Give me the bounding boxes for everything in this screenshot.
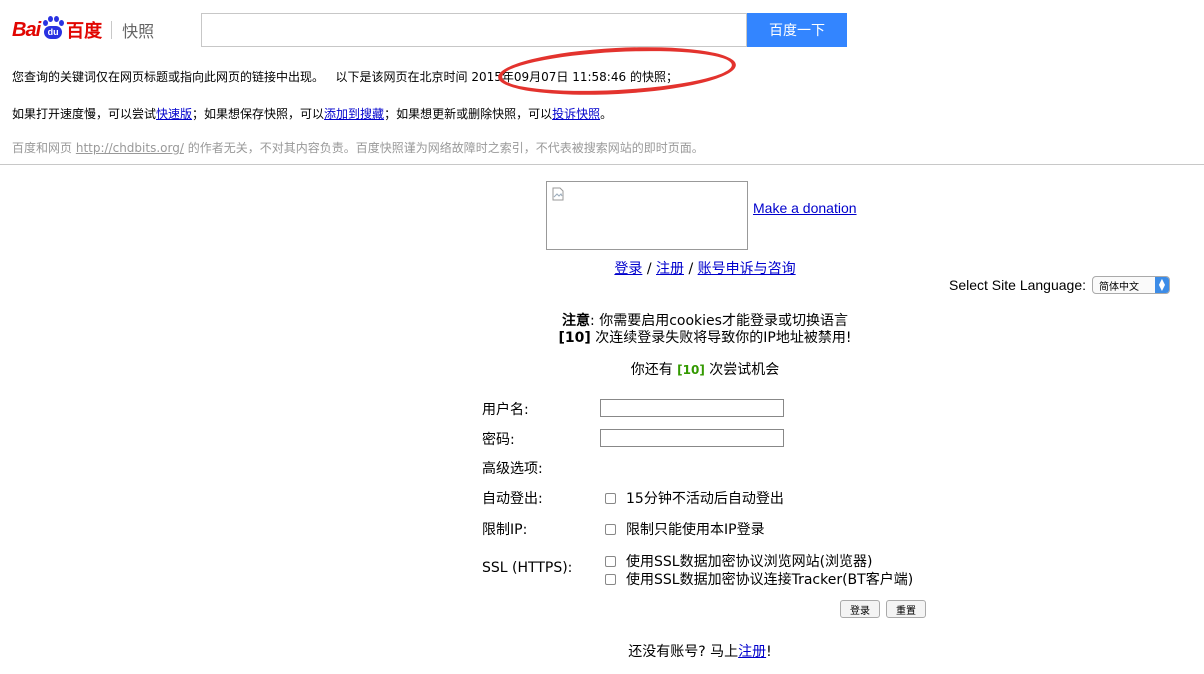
username-label: 用户名: — [482, 402, 529, 418]
ssl-browser-checkbox[interactable] — [605, 555, 616, 567]
broken-image-icon — [552, 187, 564, 201]
options-text-3: ；如果想更新或删除快照，可以 — [384, 107, 553, 121]
restrict-ip-label: 限制IP: — [482, 522, 528, 538]
ssl-browser-option: 使用SSL数据加密协议浏览网站(浏览器) — [605, 551, 873, 571]
snapshot-options-line: 如果打开速度慢，可以尝试快速版；如果想保存快照，可以添加到搜藏；如果想更新或删除… — [12, 105, 612, 122]
logo-baidu-text: 百度 — [66, 21, 103, 42]
attempts-remaining: 你还有 [10] 次尝试机会 — [0, 359, 1204, 379]
account-nav: 登录 / 注册 / 账号申诉与咨询 — [0, 258, 1204, 278]
snapshot-disclaimer: 百度和网页 http://chdbits.org/ 的作者无关，不对其内容负责。… — [12, 139, 704, 156]
advanced-options-label: 高级选项: — [482, 461, 543, 477]
report-snapshot-link[interactable]: 投诉快照 — [552, 107, 600, 121]
restrict-ip-checkbox[interactable] — [605, 523, 616, 535]
signup-suffix: ! — [766, 644, 772, 660]
appeal-link[interactable]: 账号申诉与咨询 — [698, 261, 796, 277]
logo-du-text: du — [44, 26, 63, 39]
ssl-browser-text: 使用SSL数据加密协议浏览网站(浏览器) — [626, 554, 873, 570]
auto-logout-checkbox[interactable] — [605, 492, 616, 504]
login-link[interactable]: 登录 — [614, 261, 642, 277]
password-label: 密码: — [482, 432, 515, 448]
paw-icon: du — [41, 16, 65, 40]
snapshot-notice: 您查询的关键词仅在网页标题或指向此网页的链接中出现。 — [12, 70, 325, 84]
options-text-2: ；如果想保存快照，可以 — [192, 107, 325, 121]
ssl-tracker-option: 使用SSL数据加密协议连接Tracker(BT客户端) — [605, 569, 913, 589]
options-text-4: 。 — [600, 107, 613, 121]
logo-bai-text: Bai — [12, 18, 41, 41]
header-divider — [0, 164, 1204, 165]
username-input[interactable] — [600, 399, 784, 417]
signup-prompt: 还没有账号? 马上注册! — [0, 641, 1204, 661]
fast-version-link[interactable]: 快速版 — [156, 107, 192, 121]
ban-warning: [10] 次连续登录失败将导致你的IP地址被禁用! — [0, 327, 1204, 347]
ssl-tracker-checkbox[interactable] — [605, 573, 616, 585]
login-button[interactable]: 登录 — [840, 600, 880, 618]
auto-logout-option: 15分钟不活动后自动登出 — [605, 488, 784, 508]
add-favorite-link[interactable]: 添加到搜藏 — [324, 107, 384, 121]
ssl-label: SSL (HTTPS): — [482, 560, 573, 576]
reset-button[interactable]: 重置 — [886, 600, 926, 618]
auto-logout-text: 15分钟不活动后自动登出 — [626, 491, 784, 507]
warning-text: 次连续登录失败将导致你的IP地址被禁用! — [590, 330, 852, 346]
select-arrows-icon: ▲ ▼ — [1155, 277, 1169, 293]
disclaimer-text-2: 的作者无关，不对其内容负责。百度快照谨为网络故障时之索引，不代表被搜索网站的即时… — [187, 141, 704, 155]
language-value: 简体中文 — [1099, 281, 1139, 293]
donate-link[interactable]: Make a donation — [753, 200, 857, 216]
logo-kuaizhao-text: 快照 — [122, 22, 155, 41]
password-input[interactable] — [600, 429, 784, 447]
register-link[interactable]: 注册 — [656, 261, 684, 277]
search-button[interactable]: 百度一下 — [747, 13, 847, 47]
attempts-suffix: 次尝试机会 — [704, 362, 780, 378]
language-label: Select Site Language: — [949, 277, 1086, 293]
attempts-prefix: 你还有 — [630, 362, 678, 378]
signup-prefix: 还没有账号? 马上 — [628, 644, 739, 660]
attempts-count: [10] — [677, 363, 705, 377]
search-input[interactable] — [201, 13, 747, 47]
signup-link[interactable]: 注册 — [738, 644, 766, 660]
logo-divider — [111, 21, 113, 39]
auto-logout-label: 自动登出: — [482, 491, 543, 507]
baidu-logo[interactable]: Bai du 百度 快照 — [12, 14, 154, 46]
disclaimer-text-1: 百度和网页 — [12, 141, 73, 155]
snapshot-time-prefix: 以下是该网页在北京时间 — [335, 70, 468, 84]
restrict-ip-text: 限制只能使用本IP登录 — [626, 522, 765, 538]
language-select[interactable]: 简体中文 ▲ ▼ — [1092, 276, 1170, 294]
language-selector: Select Site Language: 简体中文 ▲ ▼ — [949, 276, 1170, 294]
ssl-tracker-text: 使用SSL数据加密协议连接Tracker(BT客户端) — [626, 572, 914, 588]
warning-count: [10] — [558, 330, 591, 346]
highlight-oval — [496, 41, 738, 101]
options-text-1: 如果打开速度慢，可以尝试 — [12, 107, 157, 121]
source-url-link[interactable]: http://chdbits.org/ — [76, 141, 184, 155]
restrict-ip-option: 限制只能使用本IP登录 — [605, 519, 765, 539]
nav-separator: / — [642, 261, 656, 277]
nav-separator: / — [684, 261, 698, 277]
banner-image — [546, 181, 748, 250]
